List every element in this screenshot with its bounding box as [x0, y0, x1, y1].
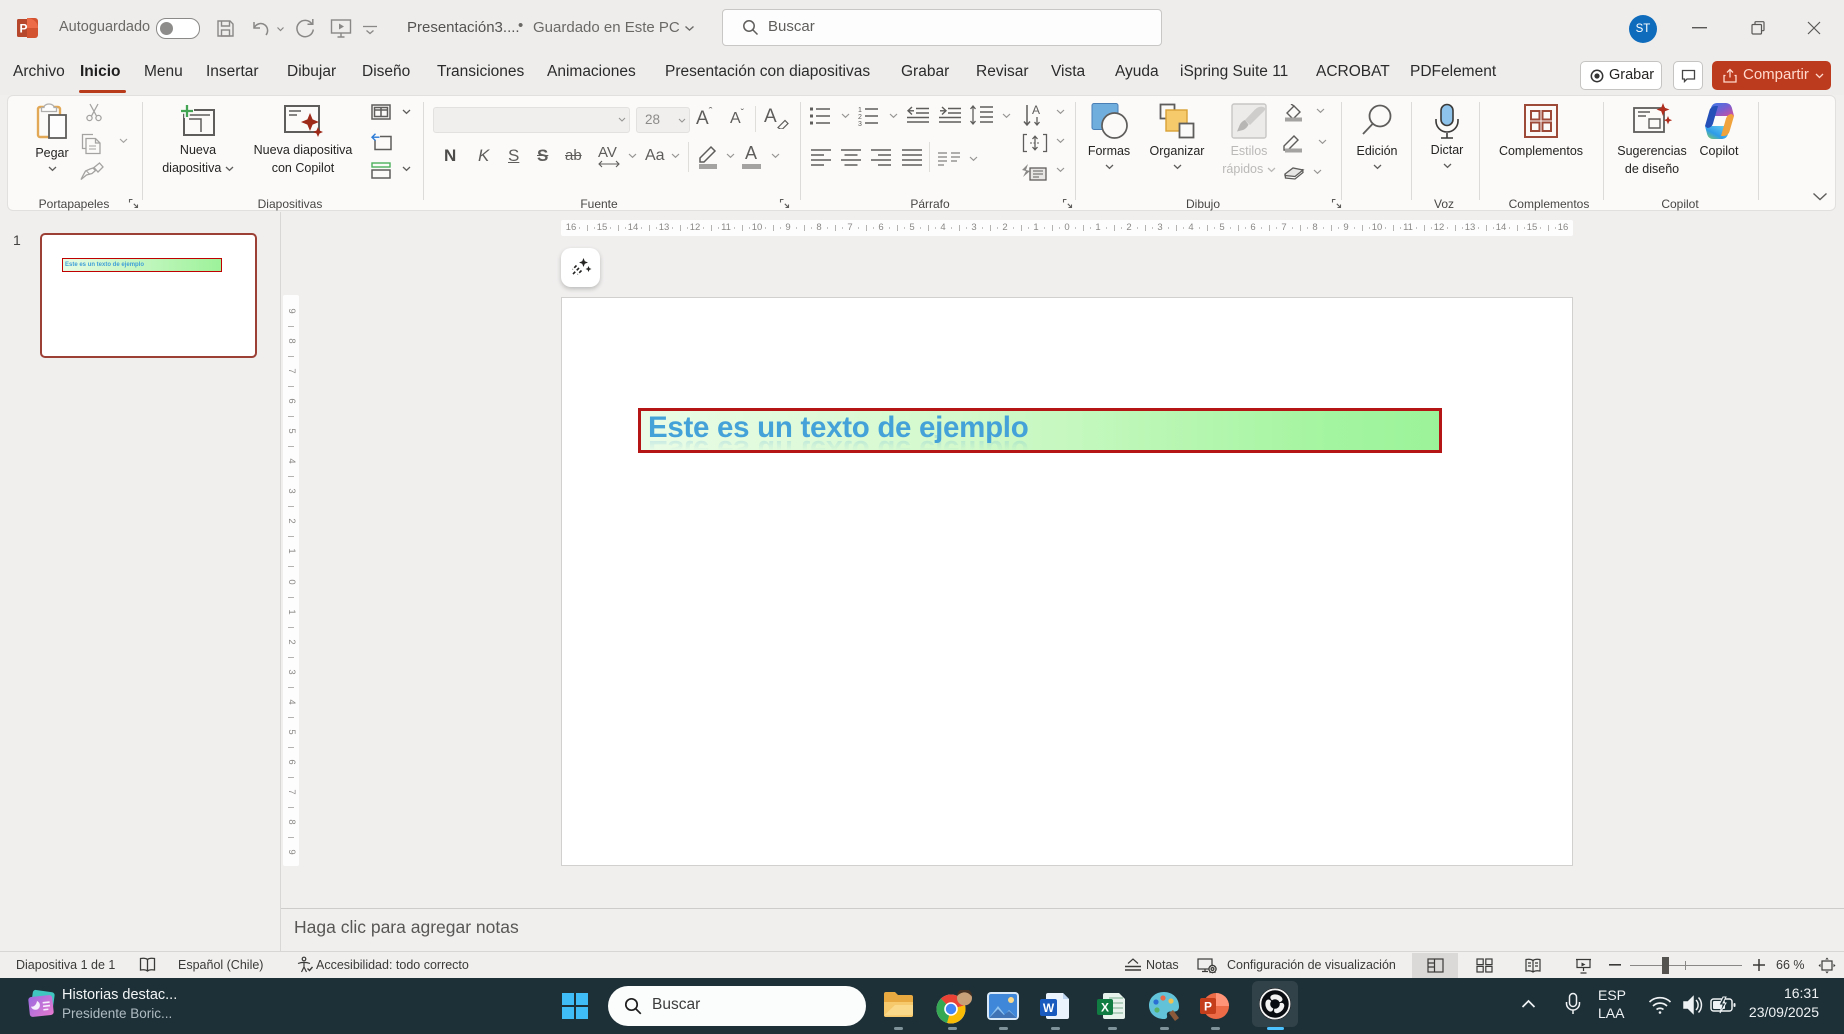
svg-text:P: P — [1204, 1000, 1212, 1014]
svg-text:3: 3 — [858, 121, 862, 127]
svg-text:2: 2 — [858, 114, 862, 121]
svg-text:1: 1 — [858, 107, 862, 114]
svg-text:P: P — [19, 22, 27, 36]
svg-text:A: A — [1032, 103, 1040, 117]
svg-text:X: X — [1101, 1001, 1109, 1015]
svg-text:W: W — [1043, 1001, 1055, 1015]
